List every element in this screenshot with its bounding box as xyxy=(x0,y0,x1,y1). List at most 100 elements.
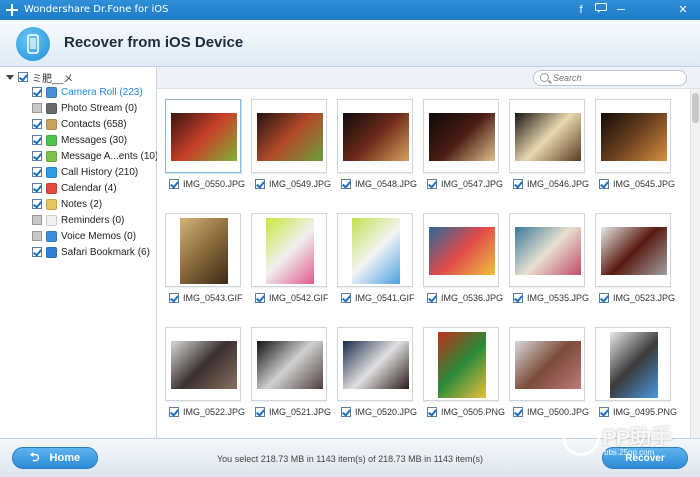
photo-thumbnail[interactable] xyxy=(251,99,327,173)
photo-filename: IMG_0520.JPG xyxy=(355,407,418,417)
photo-thumbnail[interactable] xyxy=(595,327,671,401)
photo-checkbox[interactable] xyxy=(169,407,179,417)
photo-checkbox[interactable] xyxy=(255,407,265,417)
photo-item[interactable]: IMG_0546.JPG xyxy=(509,99,589,211)
photo-thumbnail[interactable] xyxy=(337,213,413,287)
photo-checkbox[interactable] xyxy=(427,179,437,189)
minimize-button[interactable]: ─ xyxy=(614,3,628,17)
photo-item[interactable]: IMG_0505.PNG xyxy=(423,327,505,438)
photo-filename: IMG_0542.GIF xyxy=(269,293,329,303)
photo-checkbox[interactable] xyxy=(169,293,179,303)
expand-triangle-icon[interactable] xyxy=(6,74,14,80)
photo-checkbox[interactable] xyxy=(599,407,609,417)
photo-item[interactable]: IMG_0495.PNG xyxy=(595,327,677,438)
recover-button-label: Recover xyxy=(625,452,665,464)
photo-item[interactable]: IMG_0550.JPG xyxy=(165,99,245,211)
photo-item[interactable]: IMG_0523.JPG xyxy=(595,213,676,325)
photo-item[interactable]: IMG_0521.JPG xyxy=(251,327,331,438)
photo-filename: IMG_0548.JPG xyxy=(355,179,418,189)
photo-item[interactable]: IMG_0535.JPG xyxy=(509,213,589,325)
photo-item[interactable]: IMG_0547.JPG xyxy=(423,99,503,211)
sidebar-item[interactable]: Calendar (4) xyxy=(32,181,117,195)
photo-item[interactable]: IMG_0549.JPG xyxy=(251,99,331,211)
photo-thumbnail[interactable] xyxy=(509,99,585,173)
sidebar-item[interactable]: Notes (2) xyxy=(32,197,102,211)
photo-item[interactable]: IMG_0548.JPG xyxy=(337,99,418,211)
photo-thumbnail[interactable] xyxy=(165,327,241,401)
photo-checkbox[interactable] xyxy=(341,293,351,303)
photo-thumbnail[interactable] xyxy=(509,327,585,401)
feedback-icon[interactable] xyxy=(594,3,608,17)
photo-item[interactable]: IMG_0500.JPG xyxy=(509,327,589,438)
photo-item[interactable]: IMG_0520.JPG xyxy=(337,327,418,438)
photo-item[interactable]: IMG_0545.JPG xyxy=(595,99,675,211)
photo-item[interactable]: IMG_0536.JPG xyxy=(423,213,503,325)
photo-checkbox[interactable] xyxy=(255,179,265,189)
sidebar-item-checkbox[interactable] xyxy=(32,135,42,145)
photo-filename: IMG_0523.JPG xyxy=(613,293,676,303)
sidebar-item[interactable]: Reminders (0) xyxy=(32,213,124,227)
sidebar-item-checkbox[interactable] xyxy=(32,183,42,193)
sidebar-item-checkbox[interactable] xyxy=(32,231,42,241)
photo-image xyxy=(429,113,495,161)
sidebar-item[interactable]: Safari Bookmark (6) xyxy=(32,245,150,259)
device-checkbox[interactable] xyxy=(18,72,28,82)
close-button[interactable]: ✕ xyxy=(676,3,690,17)
photo-checkbox[interactable] xyxy=(427,407,437,417)
photo-grid: IMG_0550.JPG IMG_0549.JPG IMG_0548.JPG IMG_… xyxy=(165,99,685,438)
sidebar-item[interactable]: Messages (30) xyxy=(32,133,127,147)
sidebar-item-checkbox[interactable] xyxy=(32,103,42,113)
photo-thumbnail[interactable] xyxy=(251,327,327,401)
vertical-scrollbar[interactable] xyxy=(690,89,700,438)
photo-image xyxy=(180,218,228,284)
facebook-icon[interactable]: f xyxy=(574,3,588,17)
photo-thumbnail[interactable] xyxy=(423,99,499,173)
scrollbar-thumb[interactable] xyxy=(692,93,699,123)
sidebar-item-checkbox[interactable] xyxy=(32,119,42,129)
photo-thumbnail[interactable] xyxy=(595,213,671,287)
photo-item[interactable]: IMG_0543.GIF xyxy=(165,213,243,325)
photo-thumbnail[interactable] xyxy=(165,99,241,173)
photo-thumbnail[interactable] xyxy=(337,99,413,173)
photo-checkbox[interactable] xyxy=(169,179,179,189)
sidebar-item-checkbox[interactable] xyxy=(32,215,42,225)
photo-checkbox[interactable] xyxy=(427,293,437,303)
photo-thumbnail[interactable] xyxy=(423,213,499,287)
search-input[interactable] xyxy=(553,72,681,84)
photo-checkbox[interactable] xyxy=(341,179,351,189)
photo-item[interactable]: IMG_0542.GIF xyxy=(251,213,329,325)
page-title: Recover from iOS Device xyxy=(64,34,244,51)
sidebar-item-checkbox[interactable] xyxy=(32,87,42,97)
sidebar-item[interactable]: Call History (210) xyxy=(32,165,138,179)
sidebar-item-checkbox[interactable] xyxy=(32,199,42,209)
photo-checkbox[interactable] xyxy=(599,293,609,303)
sidebar-item-checkbox[interactable] xyxy=(32,167,42,177)
message-attachments-icon xyxy=(46,150,57,162)
photo-thumbnail[interactable] xyxy=(251,213,327,287)
photo-checkbox[interactable] xyxy=(513,407,523,417)
sidebar-item[interactable]: Voice Memos (0) xyxy=(32,229,136,243)
photo-thumbnail[interactable] xyxy=(165,213,241,287)
sidebar-item-checkbox[interactable] xyxy=(32,247,42,257)
photo-checkbox[interactable] xyxy=(513,179,523,189)
sidebar-item[interactable]: Contacts (658) xyxy=(32,117,127,131)
photo-thumbnail[interactable] xyxy=(509,213,585,287)
recover-button[interactable]: Recover xyxy=(602,447,688,469)
photo-thumbnail[interactable] xyxy=(423,327,499,401)
sidebar-item-checkbox[interactable] xyxy=(32,151,42,161)
sidebar-item[interactable]: Camera Roll (223) xyxy=(32,85,143,99)
sidebar-item[interactable]: Photo Stream (0) xyxy=(32,101,137,115)
sidebar-item-label: Messages (30) xyxy=(61,134,128,146)
home-button[interactable]: ⮌ Home xyxy=(12,447,98,469)
photo-item[interactable]: IMG_0541.GIF xyxy=(337,213,415,325)
photo-checkbox[interactable] xyxy=(255,293,265,303)
search-box[interactable] xyxy=(533,70,687,86)
photo-thumbnail[interactable] xyxy=(595,99,671,173)
photo-checkbox[interactable] xyxy=(513,293,523,303)
photo-checkbox[interactable] xyxy=(341,407,351,417)
photo-item[interactable]: IMG_0522.JPG xyxy=(165,327,245,438)
photo-thumbnail[interactable] xyxy=(337,327,413,401)
sidebar-item[interactable]: Message A...ents (10) xyxy=(32,149,158,163)
device-tree-root[interactable]: ミ肥__メ xyxy=(6,70,73,85)
photo-checkbox[interactable] xyxy=(599,179,609,189)
